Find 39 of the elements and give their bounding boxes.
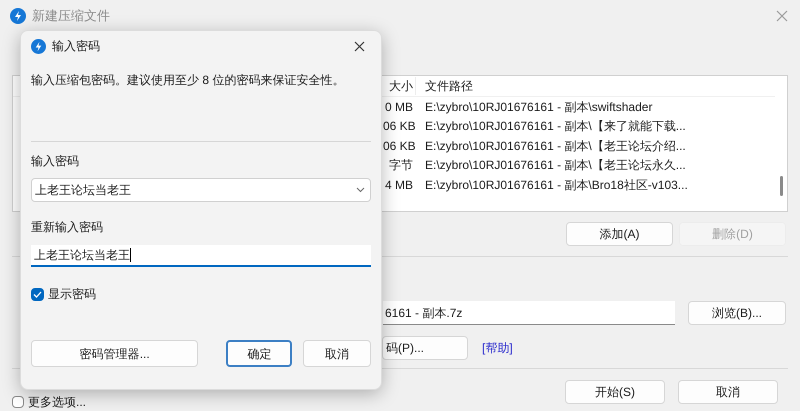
button[interactable]: 添加(A) [566, 222, 673, 246]
confirm-password-field[interactable]: 上老王论坛当老王 [31, 245, 371, 267]
dialog-button[interactable]: 确定 [226, 340, 292, 367]
table-cell-text: E:\zybro\10RJ01676161 - 副本\swiftshader [424, 98, 652, 116]
app-logo-icon [31, 38, 46, 54]
checkmark-icon [33, 290, 42, 298]
field-label: 重新输入密码 [31, 219, 104, 236]
table-cell-text: E:\zybro\10RJ01676161 - 副本\【来了就能下载... [424, 118, 686, 136]
button[interactable]: 取消 [678, 380, 778, 404]
table-cell-text: 字节 [388, 157, 414, 174]
close-icon[interactable] [354, 40, 365, 52]
password-combo[interactable]: 上老王论坛当老王 [31, 178, 371, 202]
dialog-message: 输入压缩包密码。建议使用至少 8 位的密码来保证安全性。 [31, 72, 346, 89]
table-cell-text: 0 MB [384, 98, 414, 116]
dialog-button[interactable]: 取消 [303, 340, 372, 367]
table-cell-text: 06 KB [383, 138, 415, 155]
checkbox-label: 更多选项... [28, 394, 86, 411]
table-cell-text: E:\zybro\10RJ01676161 - 副本\【老王论坛永久... [424, 157, 686, 174]
scrollbar-thumb[interactable] [780, 176, 782, 196]
dialog-button[interactable]: 密码管理器... [31, 340, 198, 367]
table-cell-text: E:\zybro\10RJ01676161 - 副本\Bro18社区-v103... [424, 176, 688, 194]
chevron-down-icon [356, 187, 365, 193]
table-cell-text: E:\zybro\10RJ01676161 - 副本\【老王论坛介绍... [424, 138, 686, 155]
column-header[interactable]: 大小 [383, 77, 415, 95]
checkbox-label: 显示密码 [48, 286, 96, 303]
button[interactable]: 浏览(B)... [688, 301, 786, 325]
column-header[interactable]: 文件路径 [415, 77, 473, 95]
checkbox[interactable] [31, 288, 44, 300]
table-cell-text: 4 MB [384, 176, 414, 194]
window-title: 新建压缩文件 [32, 7, 110, 26]
button[interactable]: 开始(S) [565, 380, 665, 404]
output-file-field[interactable]: 6161 - 副本.7z [383, 301, 675, 325]
table-cell-text: 06 KB [383, 118, 415, 136]
app-logo-icon [10, 8, 26, 24]
dialog-title: 输入密码 [52, 38, 100, 55]
field-label: 输入密码 [31, 153, 80, 170]
checkbox[interactable] [12, 396, 24, 408]
password-button[interactable]: 码(P)... [382, 336, 468, 360]
help-link[interactable]: [帮助] [482, 339, 513, 357]
